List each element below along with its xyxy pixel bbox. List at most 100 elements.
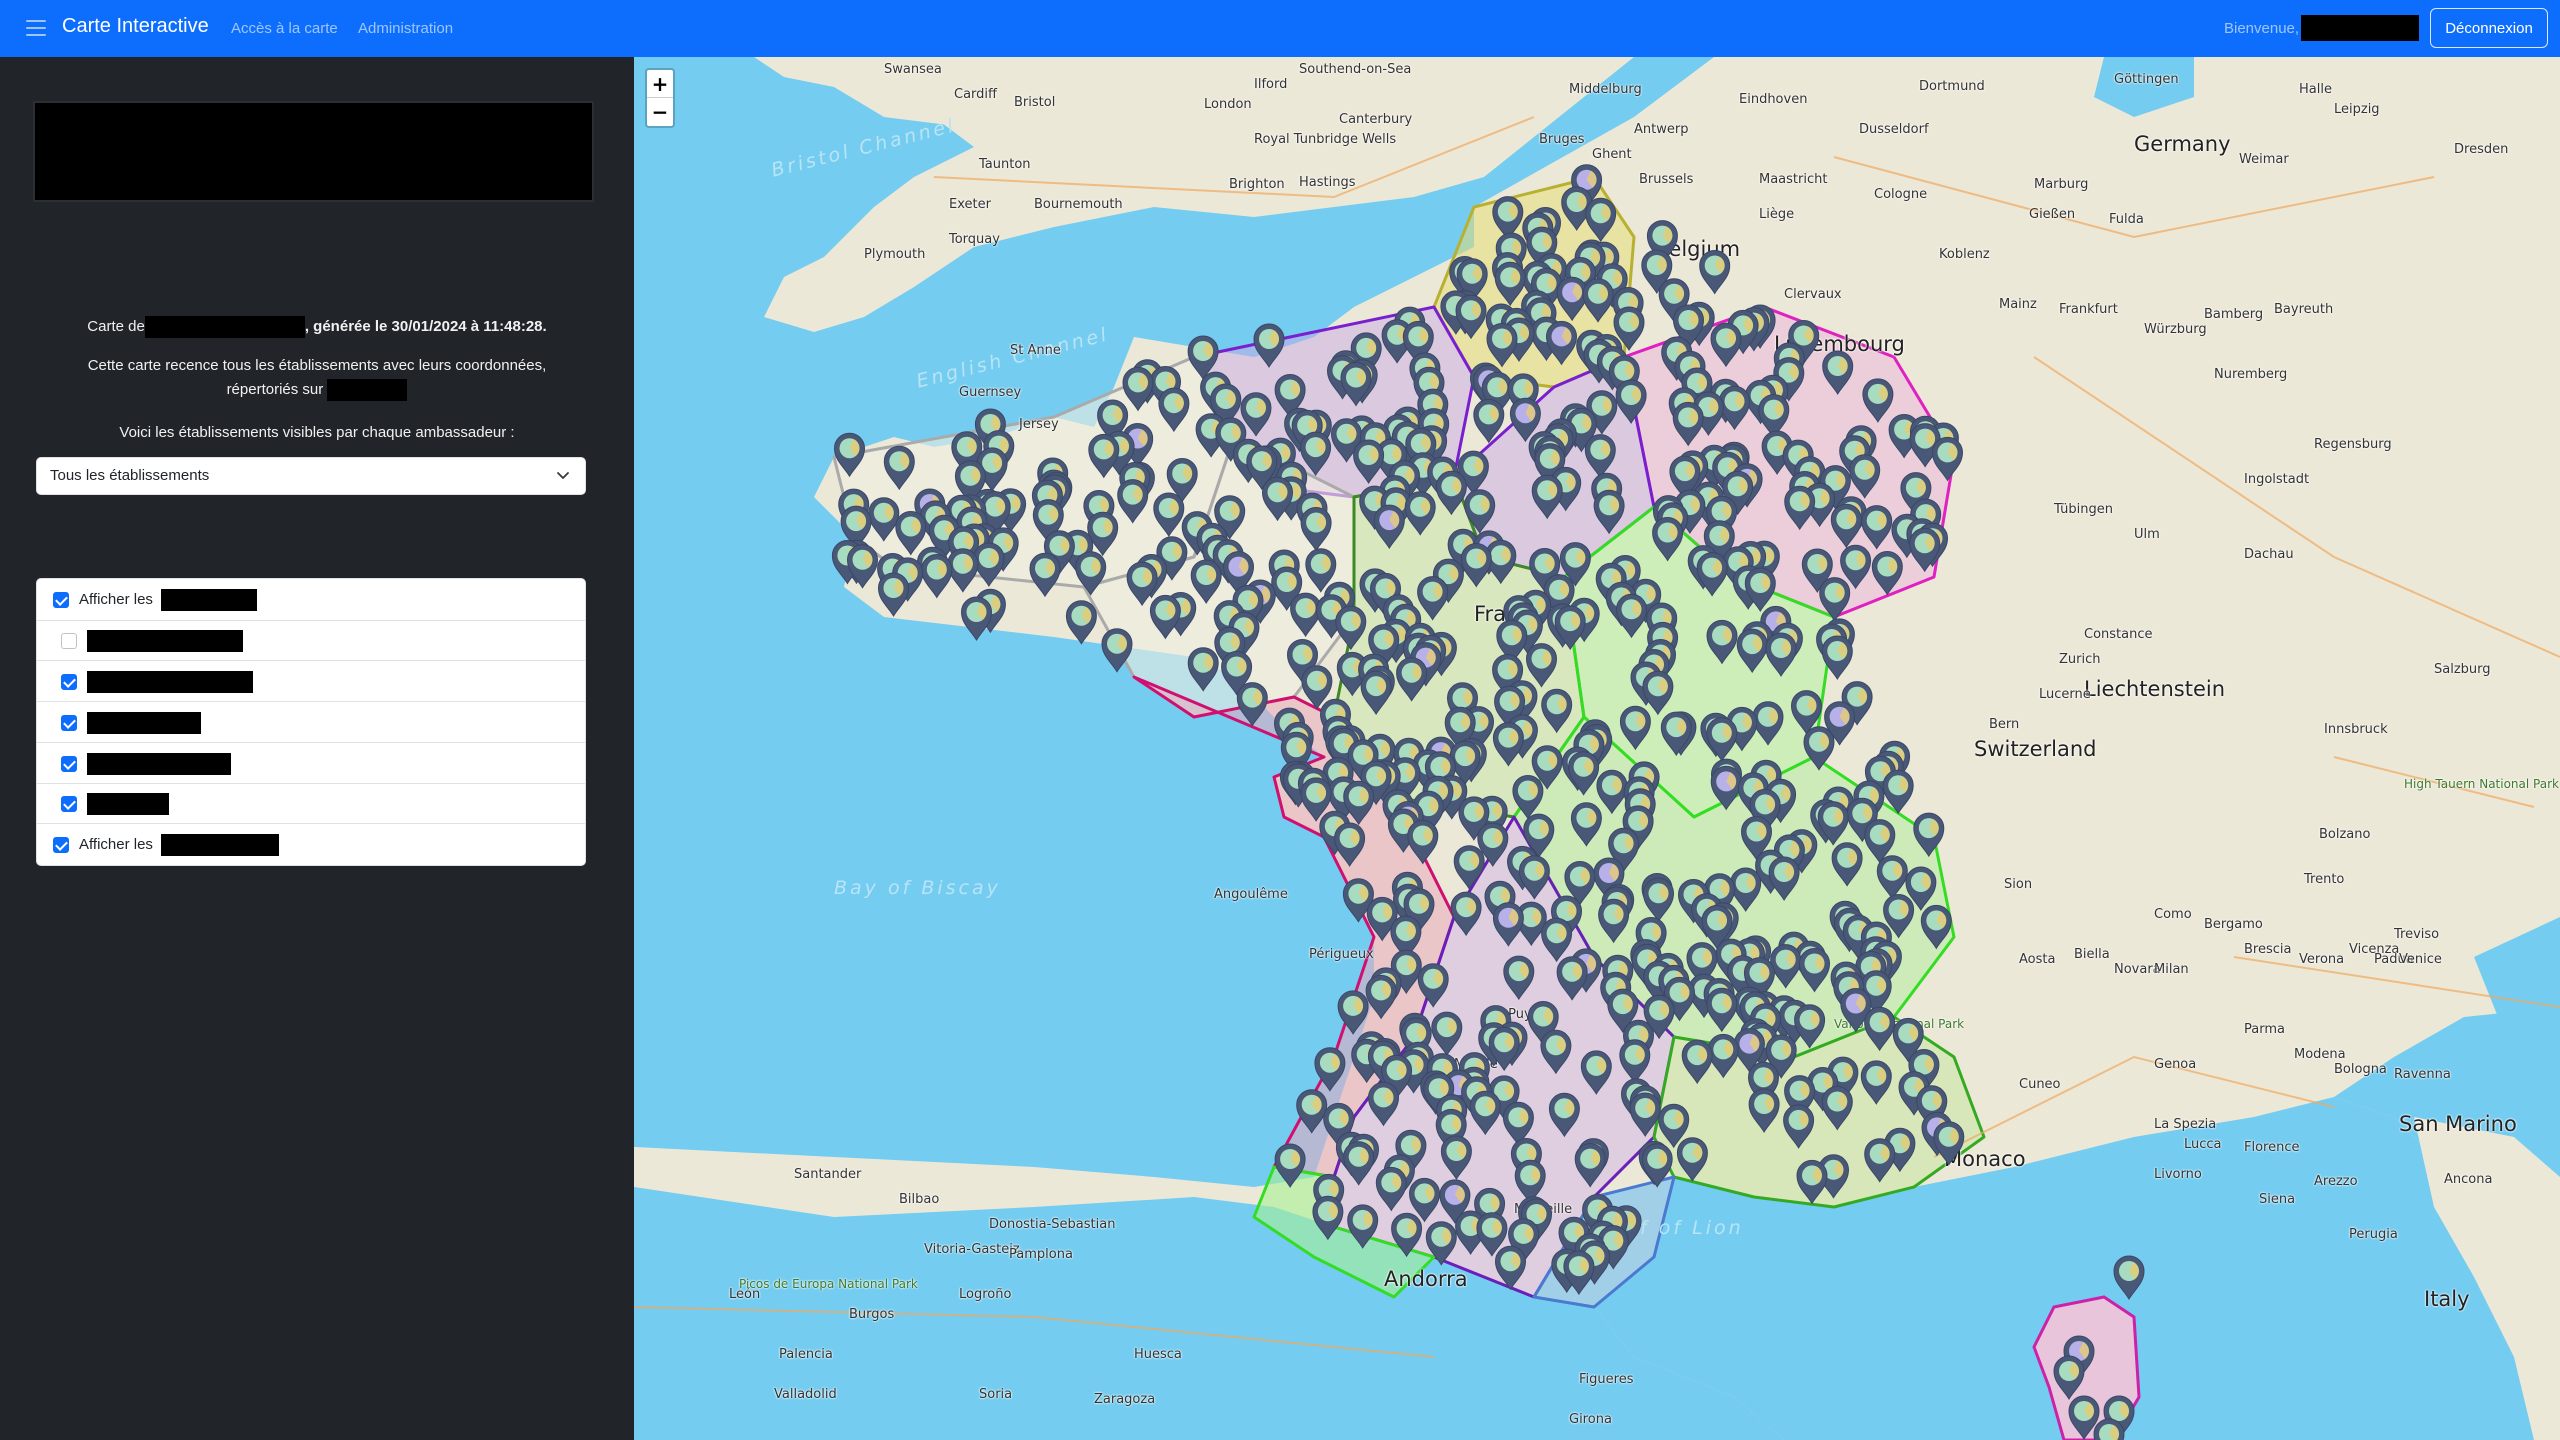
establishment-marker[interactable] (1314, 1047, 1346, 1092)
establishment-marker[interactable] (1065, 600, 1097, 645)
establishment-marker[interactable] (1126, 561, 1158, 607)
establishment-marker[interactable] (1158, 387, 1190, 433)
establishment-marker[interactable] (1822, 350, 1854, 395)
establishment-marker[interactable] (1391, 1212, 1423, 1258)
establishment-marker[interactable] (1570, 802, 1602, 847)
establishment-marker[interactable] (1492, 902, 1524, 947)
establishment-marker[interactable] (877, 572, 910, 617)
establishment-marker[interactable] (1794, 1004, 1826, 1049)
establishment-marker[interactable] (1913, 812, 1945, 858)
layer-item[interactable] (37, 621, 585, 661)
establishment-marker[interactable] (947, 548, 979, 593)
establishment-marker[interactable] (1417, 576, 1449, 621)
establishment-marker[interactable] (1752, 701, 1784, 746)
establishment-marker[interactable] (1440, 1135, 1472, 1180)
establishment-marker[interactable] (1696, 552, 1728, 597)
establishment-marker[interactable] (1541, 917, 1573, 963)
map[interactable]: GermanyBelgiumFranceSwitzerlandLiechtens… (634, 57, 2560, 1440)
establishment-marker[interactable] (883, 445, 915, 491)
establishment-marker[interactable] (1360, 670, 1392, 716)
nav-link-map-access[interactable]: Accès à la carte (231, 20, 338, 37)
establishment-marker[interactable] (1190, 559, 1222, 604)
establishment-marker[interactable] (1548, 1092, 1580, 1138)
layer-item[interactable] (37, 784, 585, 824)
establishment-marker[interactable] (1706, 987, 1738, 1033)
establishment-marker[interactable] (1531, 474, 1563, 520)
establishment-marker[interactable] (1768, 856, 1800, 901)
brand-title[interactable]: Carte Interactive (62, 15, 209, 38)
establishment-marker[interactable] (1469, 1090, 1501, 1136)
establishment-marker[interactable] (1300, 507, 1332, 552)
establishment-marker[interactable] (1864, 1006, 1896, 1052)
establishment-marker[interactable] (833, 432, 866, 478)
establishment-marker[interactable] (1615, 593, 1648, 639)
establishment-marker[interactable] (1860, 1060, 1892, 1105)
establishment-marker[interactable] (1819, 577, 1851, 622)
establishment-marker[interactable] (1642, 877, 1675, 923)
establishment-marker[interactable] (1821, 1086, 1853, 1131)
establishment-marker[interactable] (1353, 439, 1385, 484)
establishment-marker[interactable] (1770, 944, 1802, 989)
establishment-marker[interactable] (1556, 276, 1588, 322)
establishment-marker[interactable] (1909, 527, 1941, 573)
establishment-marker[interactable] (1821, 635, 1853, 680)
establishment-marker[interactable] (1473, 398, 1505, 444)
establishment-marker[interactable] (1450, 891, 1482, 937)
establishment-marker[interactable] (1652, 517, 1684, 562)
establishment-marker[interactable] (1706, 619, 1738, 665)
layer-checkbox[interactable] (61, 796, 77, 812)
establishment-marker[interactable] (1783, 1104, 1815, 1149)
establishment-marker[interactable] (1337, 990, 1369, 1035)
establishment-marker[interactable] (1803, 726, 1835, 771)
establishment-marker[interactable] (1710, 765, 1742, 811)
layer-checkbox[interactable] (61, 633, 77, 649)
establishment-marker[interactable] (1796, 1159, 1828, 1205)
establishment-marker[interactable] (1149, 594, 1181, 640)
establishment-marker[interactable] (1503, 955, 1535, 1001)
establishment-marker[interactable] (1862, 378, 1894, 423)
establishment-marker[interactable] (846, 544, 879, 589)
establishment-marker[interactable] (1518, 855, 1550, 900)
establishment-marker[interactable] (1556, 956, 1588, 1001)
establishment-marker[interactable] (1593, 489, 1625, 535)
establishment-marker[interactable] (1707, 1033, 1739, 1079)
establishment-marker[interactable] (1343, 1141, 1375, 1186)
establishment-marker[interactable] (1525, 643, 1558, 688)
establishment-marker[interactable] (1718, 385, 1751, 431)
zoom-out-button[interactable]: − (647, 98, 673, 126)
establishment-marker[interactable] (1849, 454, 1881, 499)
establishment-marker[interactable] (1545, 320, 1578, 366)
establishment-marker[interactable] (1619, 1039, 1651, 1084)
layer-item[interactable]: Afficher les (37, 579, 585, 621)
establishment-marker[interactable] (1407, 820, 1439, 865)
layer-checkbox[interactable] (53, 837, 69, 853)
establishment-marker[interactable] (1340, 362, 1372, 407)
establishment-marker[interactable] (2053, 1355, 2085, 1400)
layer-checkbox[interactable] (61, 673, 77, 690)
establishment-marker[interactable] (1492, 722, 1524, 767)
establishment-marker[interactable] (1253, 323, 1285, 368)
establishment-marker[interactable] (1864, 1138, 1896, 1183)
establishment-marker[interactable] (1706, 717, 1738, 762)
establishment-marker[interactable] (2113, 1255, 2145, 1300)
establishment-marker[interactable] (1460, 543, 1492, 588)
establishment-marker[interactable] (1660, 711, 1692, 757)
establishment-marker[interactable] (1464, 489, 1496, 534)
layer-item[interactable]: Afficher les (37, 824, 585, 865)
establishment-marker[interactable] (1596, 769, 1628, 815)
establishment-marker[interactable] (1861, 505, 1893, 550)
establishment-marker[interactable] (1365, 974, 1397, 1020)
establishment-marker[interactable] (921, 554, 953, 599)
establishment-marker[interactable] (1431, 1011, 1463, 1057)
establishment-marker[interactable] (1425, 1221, 1457, 1266)
establishment-marker[interactable] (1619, 705, 1651, 751)
zoom-in-button[interactable]: + (647, 70, 673, 98)
establishment-marker[interactable] (1029, 552, 1061, 598)
establishment-marker[interactable] (1765, 632, 1797, 677)
establishment-marker[interactable] (1075, 551, 1107, 596)
establishment-marker[interactable] (1088, 433, 1120, 479)
establishment-marker[interactable] (1871, 551, 1903, 596)
establishment-marker[interactable] (1435, 470, 1467, 516)
establishment-marker[interactable] (1296, 1089, 1328, 1134)
establishment-marker[interactable] (1710, 322, 1742, 368)
